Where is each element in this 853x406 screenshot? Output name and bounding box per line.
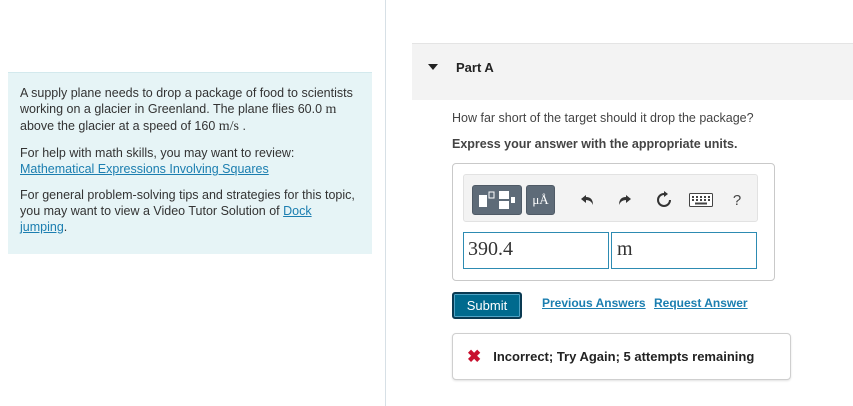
- caret-down-icon[interactable]: [428, 64, 438, 70]
- units-icon[interactable]: μÅ: [526, 185, 555, 215]
- answer-value-input[interactable]: 390.4: [463, 232, 609, 269]
- part-title: Part A: [456, 59, 494, 75]
- answer-unit-input[interactable]: m: [611, 232, 757, 269]
- question-text: How far short of the target should it dr…: [452, 111, 754, 125]
- x-icon: ✖: [467, 346, 482, 366]
- part-header[interactable]: Part A: [412, 43, 853, 100]
- request-answer-link[interactable]: Request Answer: [654, 296, 748, 310]
- feedback-box: ✖ Incorrect; Try Again; 5 attempts remai…: [452, 333, 791, 380]
- pane-divider: [385, 0, 386, 406]
- instruction-text: Express your answer with the appropriate…: [452, 137, 738, 151]
- feedback-text: Incorrect; Try Again; 5 attempts remaini…: [493, 349, 755, 364]
- unit-m: m: [325, 102, 337, 117]
- tips-paragraph: For general problem-solving tips and str…: [20, 188, 355, 234]
- templates-icon[interactable]: [472, 185, 522, 215]
- keyboard-icon[interactable]: [688, 185, 714, 215]
- submit-button[interactable]: Submit: [452, 292, 522, 319]
- answer-panel: μÅ ? 390.4 m: [452, 163, 775, 281]
- problem-text: A supply plane needs to drop a package o…: [20, 86, 353, 134]
- help-paragraph: For help with math skills, you may want …: [20, 146, 295, 176]
- reset-icon[interactable]: [654, 185, 674, 215]
- undo-icon[interactable]: [578, 185, 598, 215]
- redo-icon[interactable]: [614, 185, 634, 215]
- unit-ms: m/s: [218, 119, 239, 134]
- help-icon[interactable]: ?: [730, 185, 744, 215]
- math-skills-link[interactable]: Mathematical Expressions Involving Squar…: [20, 162, 269, 176]
- math-toolbar: μÅ ?: [463, 174, 758, 222]
- problem-statement: A supply plane needs to drop a package o…: [8, 72, 372, 254]
- previous-answers-link[interactable]: Previous Answers: [542, 296, 646, 310]
